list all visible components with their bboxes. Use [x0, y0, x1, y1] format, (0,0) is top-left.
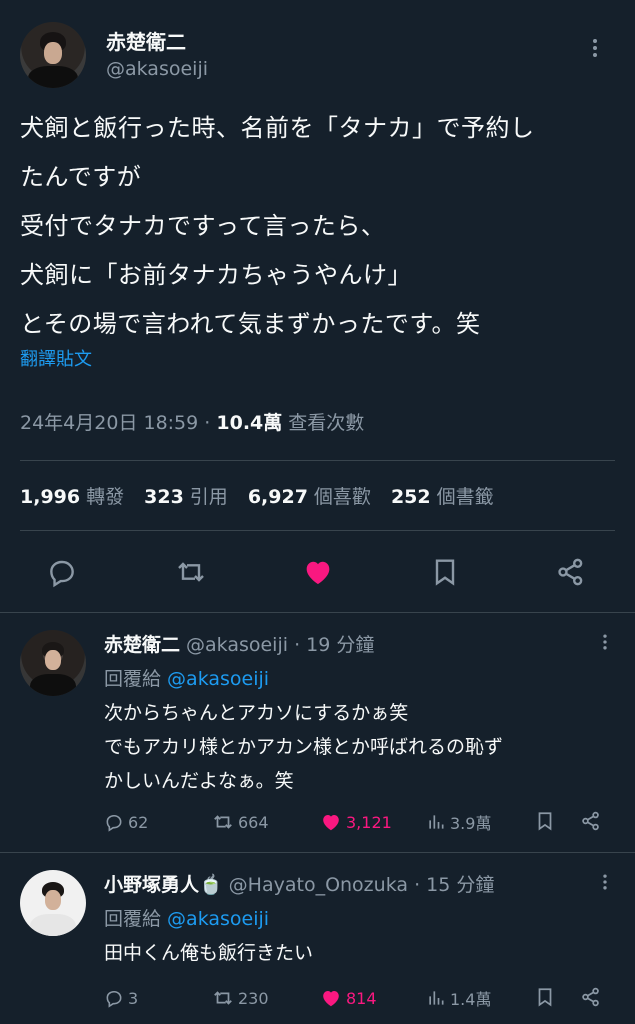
reply-text: 田中くん俺も飯行きたい	[104, 942, 314, 964]
retweet-button[interactable]: 664	[212, 808, 269, 836]
avatar[interactable]	[20, 22, 86, 88]
reply-tweet[interactable]: 赤楚衛二 @akasoeiji · 19 分鐘 回覆給 @akasoeiji 次か…	[0, 612, 635, 852]
reply-icon[interactable]	[46, 556, 78, 588]
views-button[interactable]: 1.4萬	[426, 984, 491, 1012]
like-count: 3,121	[346, 812, 392, 832]
reply-actions: 3 230 814 1.4萬	[104, 984, 614, 1012]
share-icon[interactable]	[580, 810, 602, 832]
like-button[interactable]: 3,121	[320, 808, 392, 836]
retweet-count: 230	[238, 988, 269, 1008]
author-name[interactable]: 赤楚衛二	[104, 634, 180, 656]
retweet-count: 664	[238, 812, 269, 832]
author-handle[interactable]: @akasoeiji	[186, 634, 288, 656]
view-label: 查看次數	[282, 412, 365, 434]
bookmark-stat[interactable]: 252 個書籤	[391, 482, 494, 509]
reply-button[interactable]: 3	[104, 984, 138, 1012]
more-icon[interactable]	[595, 632, 615, 652]
author-handle[interactable]: @Hayato_Onozuka	[229, 874, 408, 896]
avatar[interactable]	[20, 630, 86, 696]
reply-time[interactable]: · 19 分鐘	[294, 634, 374, 656]
more-icon[interactable]	[595, 872, 615, 892]
retweet-icon	[214, 815, 232, 829]
timestamp[interactable]: 24年4月20日 18:59	[20, 412, 198, 434]
like-stat[interactable]: 6,927 個喜歡	[248, 482, 371, 509]
author-name[interactable]: 小野塚勇人🍵	[104, 874, 223, 896]
quote-stat[interactable]: 323 引用	[144, 482, 228, 509]
author-handle[interactable]: @akasoeiji	[106, 58, 208, 80]
share-icon[interactable]	[555, 556, 587, 588]
retweet-icon	[214, 991, 232, 1005]
reply-button[interactable]: 62	[104, 808, 148, 836]
reply-time[interactable]: · 15 分鐘	[414, 874, 494, 896]
reply-actions: 62 664 3,121 3.9萬	[104, 808, 614, 836]
translate-link[interactable]: 翻譯貼文	[20, 345, 92, 371]
reply-header: 赤楚衛二 @akasoeiji · 19 分鐘	[104, 630, 374, 657]
tweet-meta: 24年4月20日 18:59 · 10.4萬 查看次數	[20, 408, 364, 435]
heart-icon[interactable]	[302, 556, 334, 588]
heart-icon	[323, 814, 339, 831]
tweet-actions	[0, 548, 635, 596]
like-button[interactable]: 814	[320, 984, 377, 1012]
views-icon	[429, 815, 444, 829]
reply-count: 3	[128, 988, 139, 1008]
reply-text: 次からちゃんとアカソにするかぁ笑 でもアカリ様とかアカン様とか呼ばれるの恥ず か…	[104, 702, 504, 792]
retweet-icon[interactable]	[175, 556, 207, 588]
replying-to: 回覆給 @akasoeiji	[104, 908, 270, 930]
avatar[interactable]	[20, 870, 86, 936]
meta-separator: ·	[198, 412, 217, 434]
bookmark-icon[interactable]	[429, 556, 461, 588]
views-button[interactable]: 3.9萬	[426, 808, 491, 836]
reply-to-handle[interactable]: @akasoeiji	[167, 668, 269, 690]
bookmark-icon[interactable]	[534, 986, 556, 1008]
views-icon	[429, 991, 444, 1005]
tweet-stats: 1,996 轉發 323 引用 6,927 個喜歡 252 個書籤	[20, 482, 514, 509]
share-icon[interactable]	[580, 986, 602, 1008]
reply-count: 62	[128, 812, 149, 832]
more-icon[interactable]	[583, 36, 607, 60]
author-name[interactable]: 赤楚衛二	[106, 26, 186, 55]
reply-tweet[interactable]: 小野塚勇人🍵 @Hayato_Onozuka · 15 分鐘 回覆給 @akaso…	[0, 852, 635, 1024]
view-count: 3.9萬	[450, 814, 492, 833]
replying-to: 回覆給 @akasoeiji	[104, 668, 270, 690]
divider	[20, 460, 615, 461]
reply-to-handle[interactable]: @akasoeiji	[167, 908, 269, 930]
reply-icon	[106, 814, 122, 832]
bookmark-icon[interactable]	[534, 810, 556, 832]
tweet-text: 犬飼と飯行った時、名前を「タナカ」で予約し たんですが 受付でタナカですって言っ…	[20, 114, 535, 338]
divider	[20, 530, 615, 531]
heart-icon	[323, 990, 339, 1007]
reply-icon	[106, 990, 122, 1008]
view-count[interactable]: 10.4萬	[216, 412, 282, 434]
like-count: 814	[346, 988, 377, 1008]
view-count: 1.4萬	[450, 990, 492, 1009]
retweet-button[interactable]: 230	[212, 984, 269, 1012]
main-tweet-header: 赤楚衛二 @akasoeiji	[20, 22, 615, 88]
retweet-stat[interactable]: 1,996 轉發	[20, 482, 124, 509]
reply-header: 小野塚勇人🍵 @Hayato_Onozuka · 15 分鐘	[104, 870, 494, 897]
